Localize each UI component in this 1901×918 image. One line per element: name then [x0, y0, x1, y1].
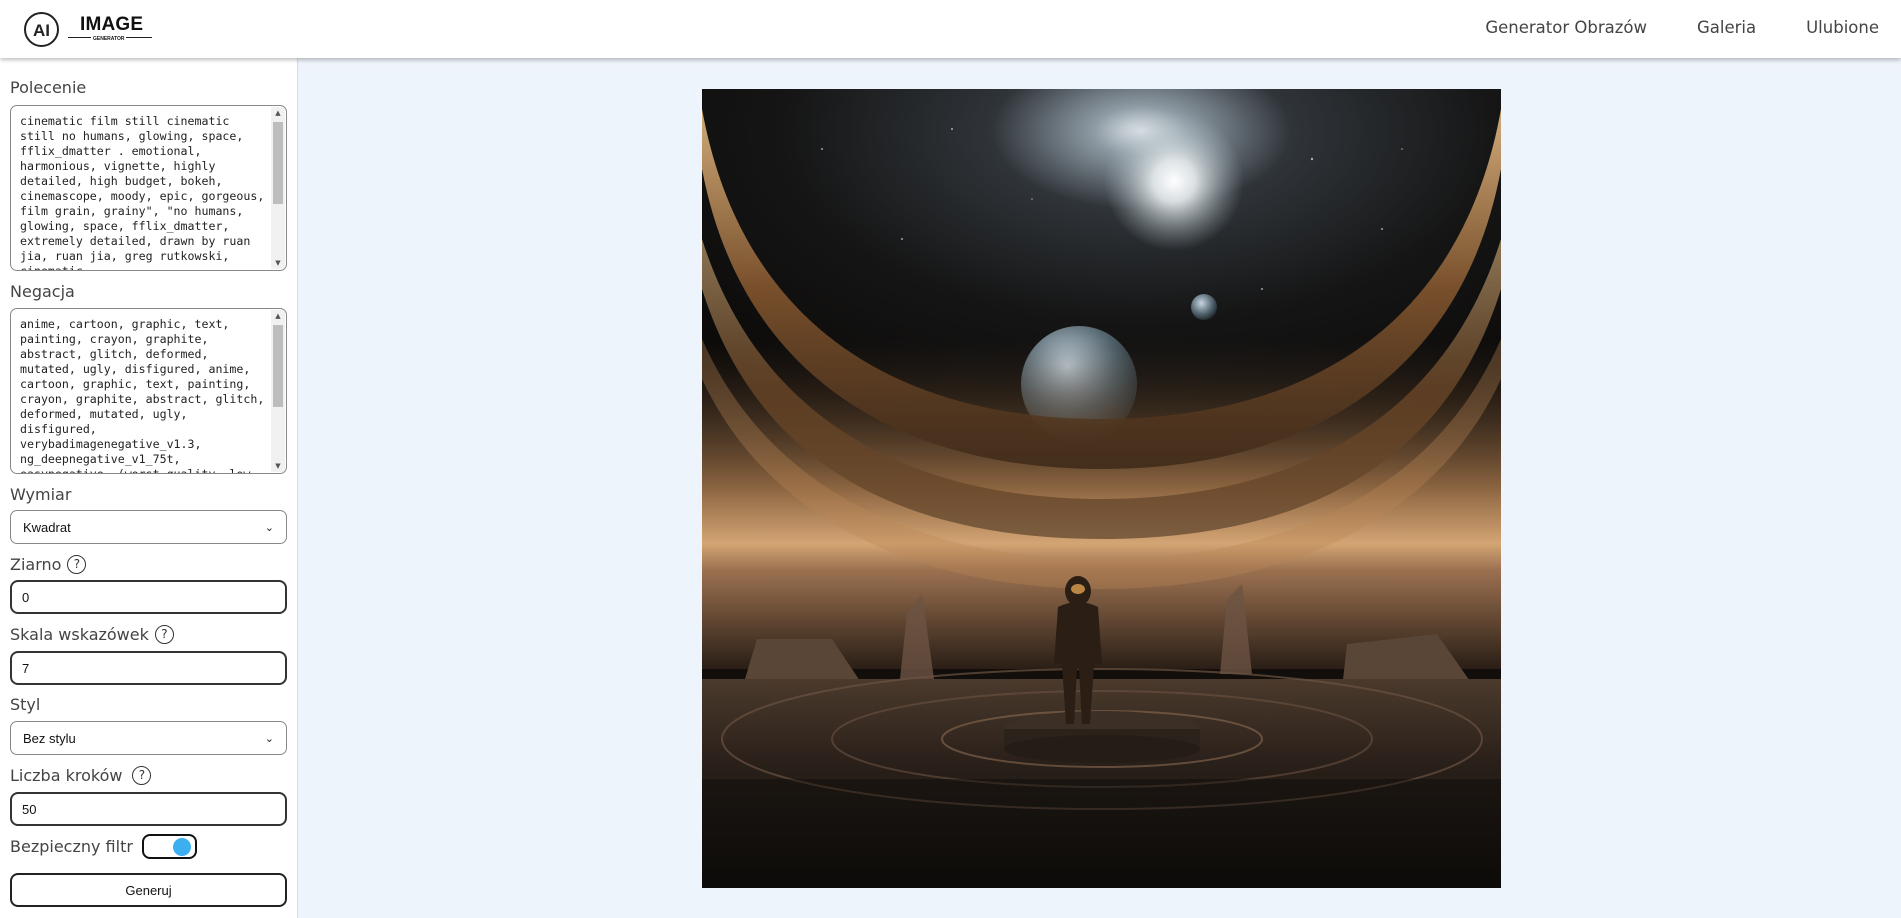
- seed-input[interactable]: 0: [10, 580, 287, 614]
- safety-label: Bezpieczny filtr: [10, 837, 133, 856]
- generator-form-sidebar: Polecenie cinematic film still cinematic…: [0, 58, 298, 918]
- size-select[interactable]: Kwadrat ⌄: [10, 510, 287, 544]
- help-circle-icon[interactable]: ?: [67, 555, 87, 574]
- nav-gallery[interactable]: Galeria: [1697, 18, 1756, 37]
- chevron-down-icon: ⌄: [264, 732, 274, 745]
- scroll-thumb[interactable]: [273, 325, 283, 407]
- logo-mark: AI: [33, 21, 50, 40]
- nav-generator[interactable]: Generator Obrazów: [1485, 18, 1647, 37]
- top-navbar: AI IMAGE GENERATOR Generator Obrazów Gal…: [0, 0, 1901, 58]
- toggle-knob: [173, 838, 191, 856]
- seed-label: Ziarno ?: [10, 555, 87, 574]
- help-circle-icon[interactable]: ?: [132, 766, 152, 785]
- negative-scrollbar[interactable]: ▲ ▼: [271, 310, 285, 472]
- scroll-up-icon[interactable]: ▲: [271, 312, 285, 320]
- size-label: Wymiar: [10, 485, 72, 504]
- safety-toggle[interactable]: [142, 834, 197, 859]
- guidance-label: Skala wskazówek ?: [10, 625, 174, 644]
- prompt-scrollbar[interactable]: ▲ ▼: [271, 107, 285, 269]
- steps-input[interactable]: 50: [10, 792, 287, 826]
- steps-label: Liczba kroków ?: [10, 766, 152, 785]
- style-select[interactable]: Bez stylu ⌄: [10, 721, 287, 755]
- generate-button[interactable]: Generuj: [10, 873, 287, 907]
- seed-label-text: Ziarno: [10, 555, 62, 574]
- style-label: Styl: [10, 695, 41, 714]
- guidance-input[interactable]: 7: [10, 651, 287, 685]
- scroll-thumb[interactable]: [273, 122, 283, 204]
- scroll-down-icon[interactable]: ▼: [271, 259, 285, 267]
- generated-image[interactable]: [702, 89, 1501, 888]
- main-nav: Generator Obrazów Galeria Ulubione: [1485, 18, 1879, 37]
- prompt-textarea[interactable]: cinematic film still cinematic still no …: [10, 105, 287, 271]
- logo[interactable]: AI IMAGE GENERATOR: [24, 10, 164, 48]
- guidance-label-text: Skala wskazówek: [10, 625, 149, 644]
- prompt-text: cinematic film still cinematic still no …: [20, 114, 272, 271]
- astronaut-space-scene-image: [702, 89, 1501, 888]
- style-select-value: Bez stylu: [23, 730, 76, 746]
- negative-text: anime, cartoon, graphic, text, painting,…: [20, 317, 272, 474]
- negative-label: Negacja: [10, 282, 75, 301]
- prompt-label: Polecenie: [10, 78, 87, 97]
- negative-textarea[interactable]: anime, cartoon, graphic, text, painting,…: [10, 308, 287, 474]
- chevron-down-icon: ⌄: [264, 521, 274, 534]
- logo-name: IMAGE: [80, 14, 144, 35]
- nav-favorites[interactable]: Ulubione: [1806, 18, 1879, 37]
- logo-tagline: GENERATOR: [91, 36, 127, 42]
- scroll-up-icon[interactable]: ▲: [271, 109, 285, 117]
- size-select-value: Kwadrat: [23, 519, 71, 535]
- help-circle-icon[interactable]: ?: [154, 625, 174, 644]
- steps-label-text: Liczba kroków: [10, 766, 123, 785]
- scroll-down-icon[interactable]: ▼: [271, 462, 285, 470]
